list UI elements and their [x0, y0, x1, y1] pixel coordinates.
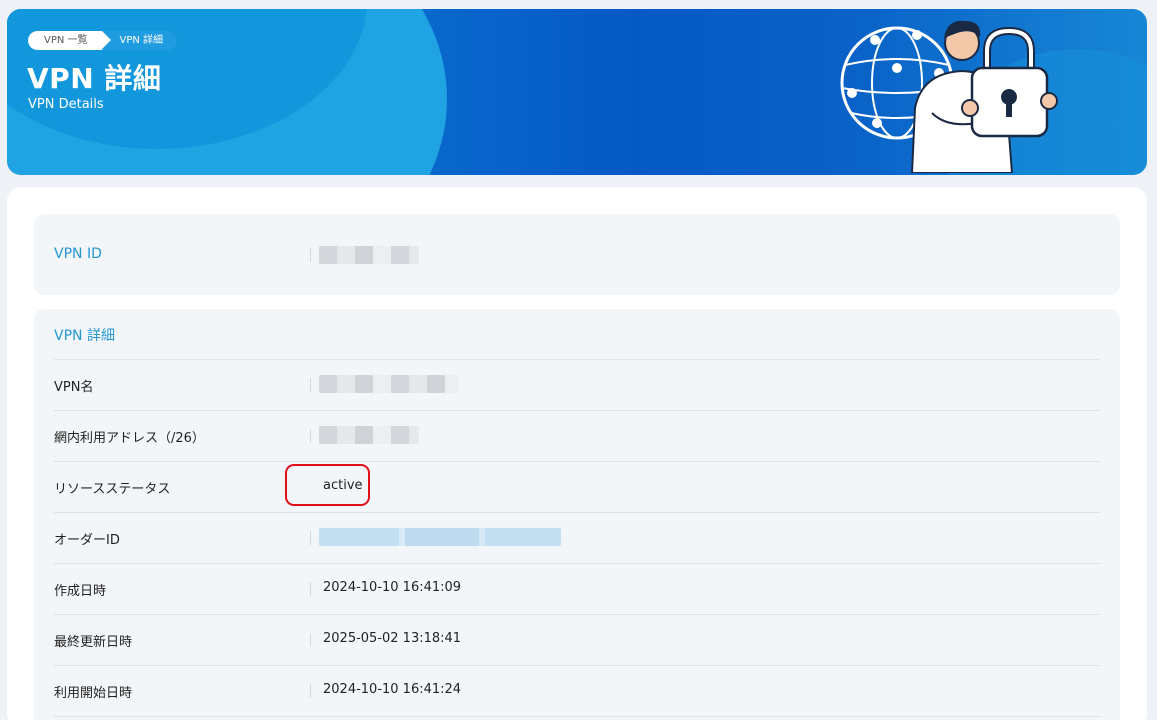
vpn-id-label: VPN ID	[54, 246, 102, 262]
detail-row-address: 網内利用アドレス（/26）	[54, 411, 1100, 462]
detail-row-resource-status: リソースステータス active	[54, 462, 1100, 513]
row-key: 網内利用アドレス（/26）	[54, 431, 205, 446]
row-key: オーダーID	[54, 533, 120, 548]
row-key: 作成日時	[54, 584, 107, 599]
detail-row-vpn-name: VPN名	[54, 360, 1100, 411]
row-key: リソースステータス	[54, 482, 171, 497]
status-highlight-box	[285, 464, 370, 506]
detail-row-updated: 最終更新日時 2025-05-02 13:18:41	[54, 615, 1100, 666]
divider	[310, 429, 311, 443]
security-illustration-icon	[840, 20, 1058, 173]
vpn-details-panel: VPN 詳細 VPN名 網内利用アドレス（/26） リソースステータス acti…	[34, 309, 1120, 720]
breadcrumb: VPN 一覧 VPN 詳細	[28, 31, 178, 50]
detail-row-started: 利用開始日時 2024-10-10 16:41:24	[54, 666, 1100, 717]
page-title: VPN 詳細	[27, 62, 162, 95]
created-at-value: 2024-10-10 16:41:09	[323, 580, 462, 595]
detail-row-order-id: オーダーID	[54, 513, 1100, 564]
divider	[310, 582, 311, 596]
vpn-name-value-redacted	[319, 375, 459, 393]
divider	[310, 684, 311, 698]
detail-row-created: 作成日時 2024-10-10 16:41:09	[54, 564, 1100, 615]
row-key: 最終更新日時	[54, 635, 133, 650]
page-subtitle: VPN Details	[28, 97, 104, 112]
row-key: VPN名	[54, 380, 94, 395]
breadcrumb-vpn-list[interactable]: VPN 一覧	[28, 31, 111, 50]
vpn-id-value-redacted	[319, 246, 419, 264]
started-at-value: 2024-10-10 16:41:24	[323, 682, 462, 697]
page-header-banner: VPN 一覧 VPN 詳細 VPN 詳細 VPN Details	[7, 9, 1147, 175]
content-card: VPN ID VPN 詳細 VPN名 網内利用アドレス（/26） リソースステー…	[7, 187, 1147, 720]
divider	[310, 248, 311, 262]
breadcrumb-vpn-details: VPN 詳細	[101, 31, 178, 50]
divider	[310, 633, 311, 647]
details-section-title: VPN 詳細	[54, 328, 115, 344]
address-value-redacted	[319, 426, 419, 444]
updated-at-value: 2025-05-02 13:18:41	[323, 631, 462, 646]
row-key: 利用開始日時	[54, 686, 133, 701]
vpn-id-panel: VPN ID	[34, 214, 1120, 295]
order-id-link-redacted[interactable]	[319, 528, 561, 546]
divider	[310, 378, 311, 392]
divider	[310, 531, 311, 545]
